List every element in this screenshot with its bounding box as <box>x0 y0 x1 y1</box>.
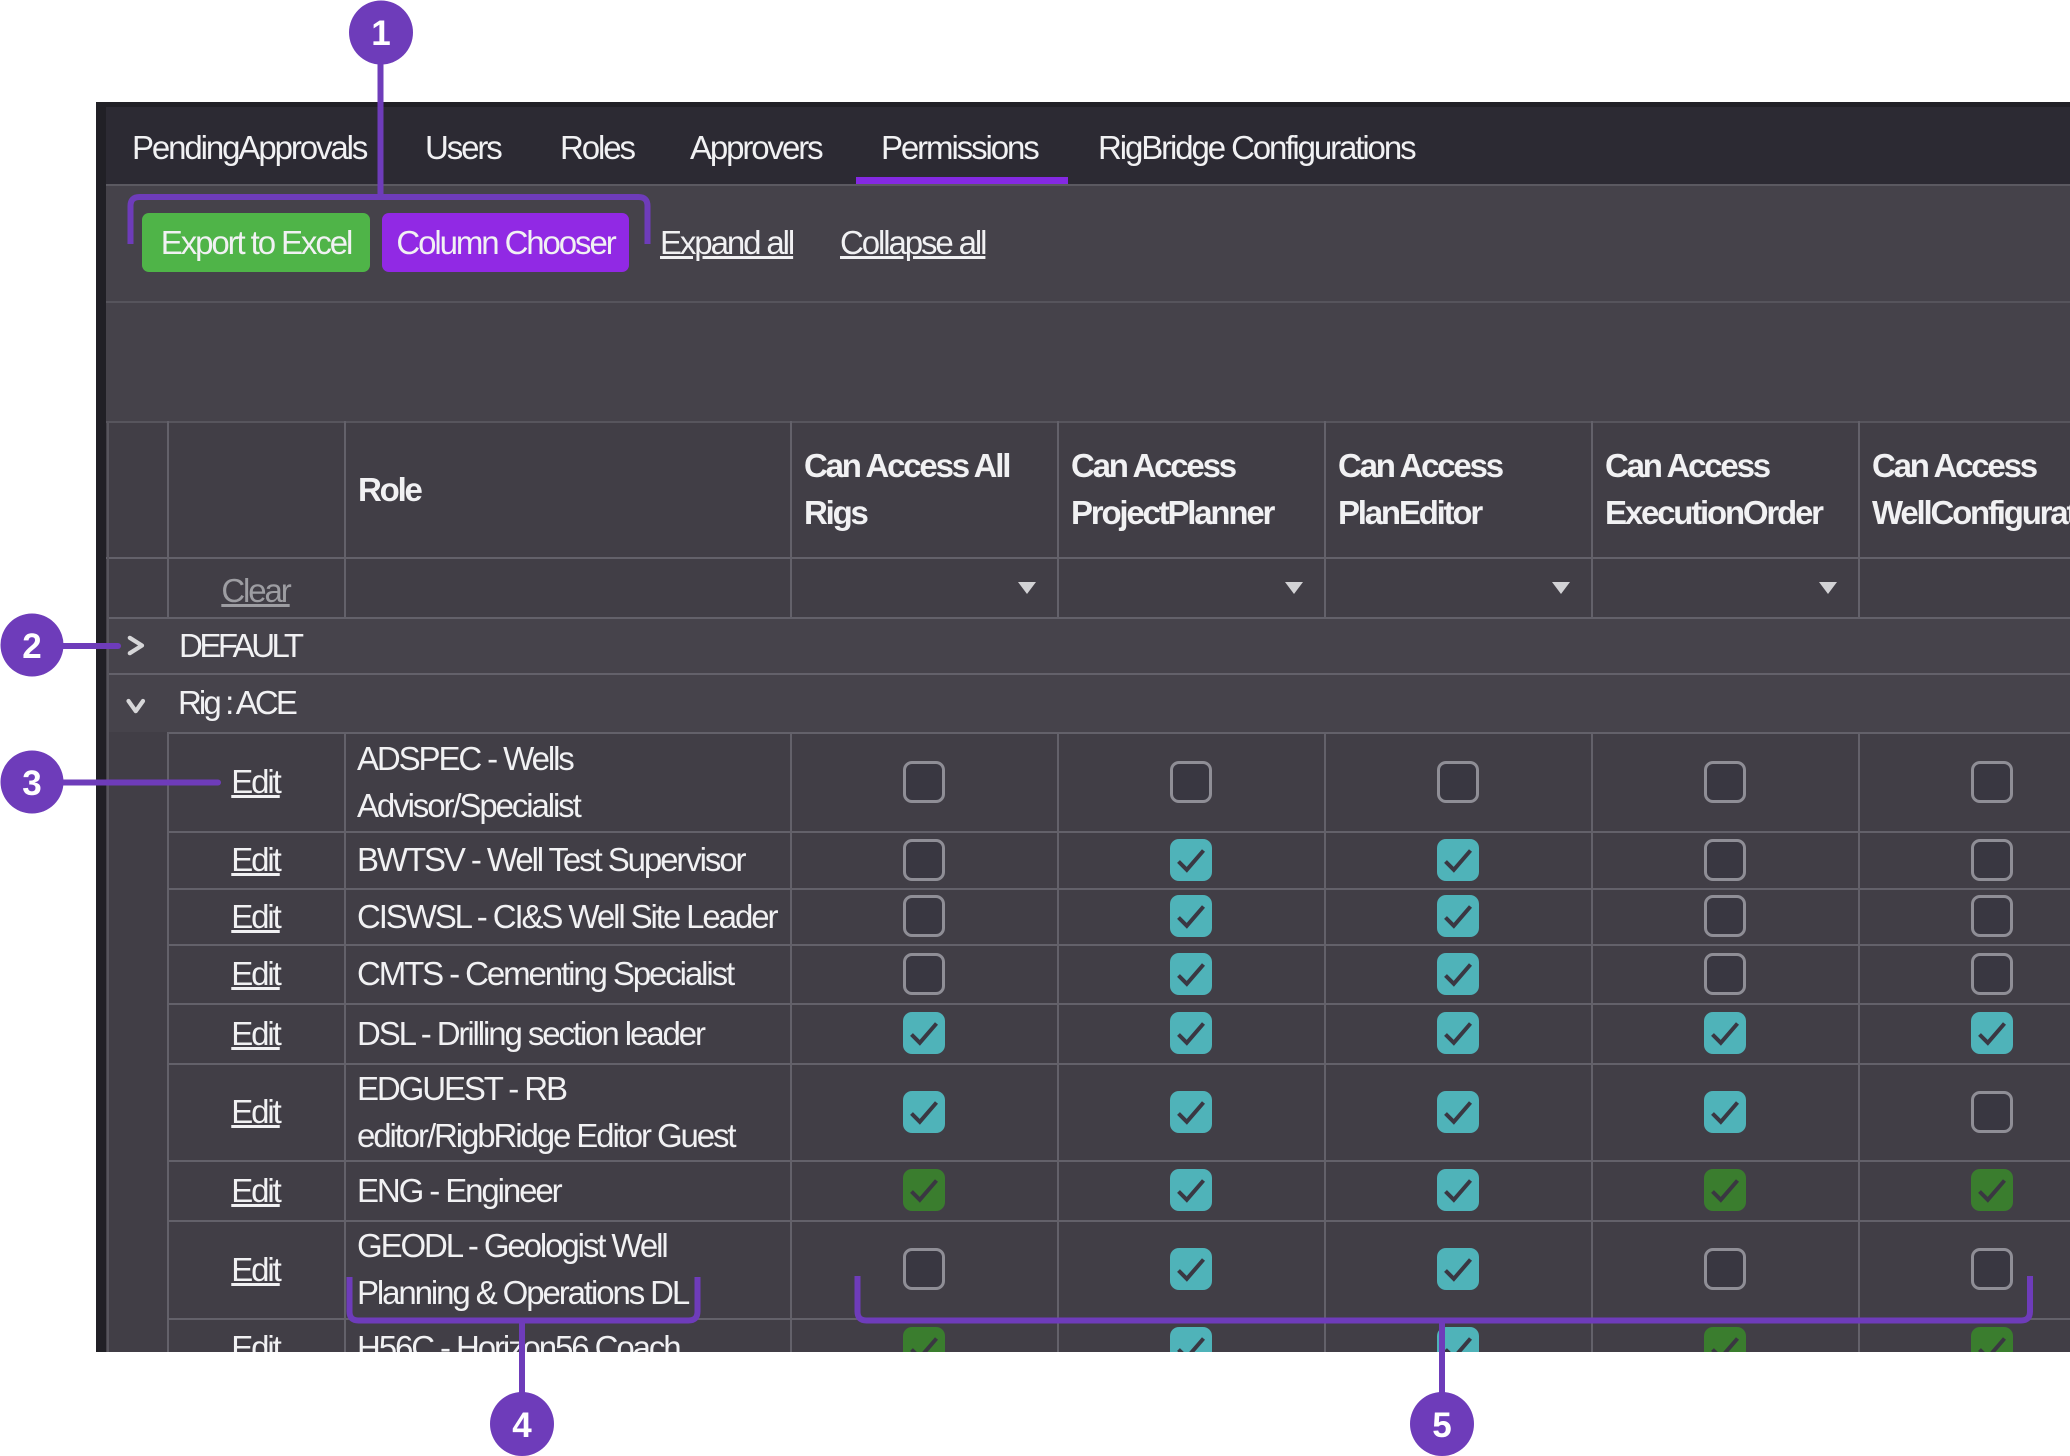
svg-text:5: 5 <box>1432 1406 1451 1445</box>
svg-text:4: 4 <box>512 1406 532 1445</box>
svg-text:2: 2 <box>22 627 41 666</box>
svg-text:1: 1 <box>371 14 390 53</box>
svg-text:3: 3 <box>22 764 41 803</box>
